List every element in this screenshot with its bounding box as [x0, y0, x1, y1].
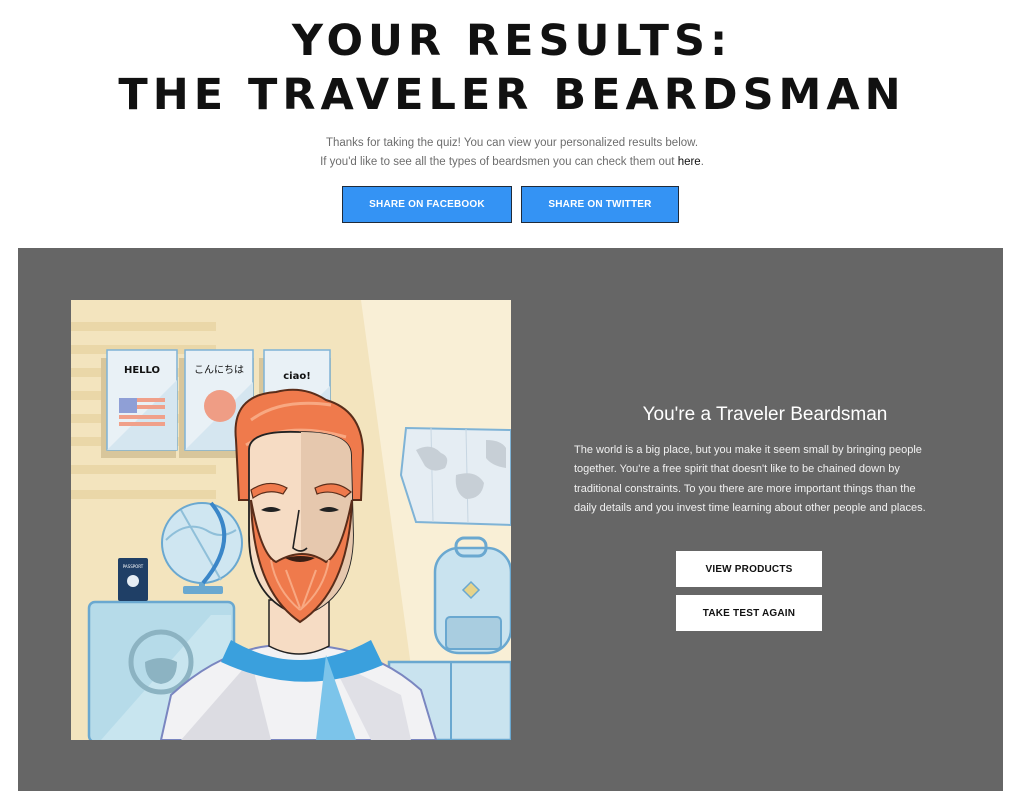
- intro-text: Thanks for taking the quiz! You can view…: [0, 134, 1024, 172]
- traveler-beardsman-illustration: HELLO こんにちは ciao! PASSPORT: [71, 300, 511, 740]
- result-title: You're a Traveler Beardsman: [642, 404, 888, 425]
- result-description: The world is a big place, but you make i…: [574, 444, 926, 514]
- poster-ciao-text: ciao!: [283, 371, 311, 382]
- passport-label: PASSPORT: [123, 564, 144, 569]
- poster-konnichiwa-text: こんにちは: [194, 364, 244, 376]
- take-test-again-button[interactable]: TAKE TEST AGAIN: [676, 595, 822, 631]
- title-line-2: THE TRAVELER BEARDSMAN: [118, 70, 906, 120]
- intro-line-1: Thanks for taking the quiz! You can view…: [325, 137, 699, 149]
- view-products-button[interactable]: VIEW PRODUCTS: [676, 551, 822, 587]
- intro-line-2-period: .: [700, 156, 704, 168]
- intro-line-2: If you'd like to see all the types of be…: [0, 153, 1024, 172]
- all-beardsmen-link[interactable]: here: [678, 156, 701, 168]
- title-line-1: YOUR RESULTS:: [291, 16, 733, 66]
- share-facebook-button[interactable]: SHARE ON FACEBOOK: [342, 186, 512, 223]
- poster-hello-text: HELLO: [124, 365, 160, 376]
- share-twitter-button[interactable]: SHARE ON TWITTER: [521, 186, 679, 223]
- page-title: YOUR RESULTS: THE TRAVELER BEARDSMAN: [0, 14, 1024, 122]
- intro-line-2-text: If you'd like to see all the types of be…: [320, 156, 678, 168]
